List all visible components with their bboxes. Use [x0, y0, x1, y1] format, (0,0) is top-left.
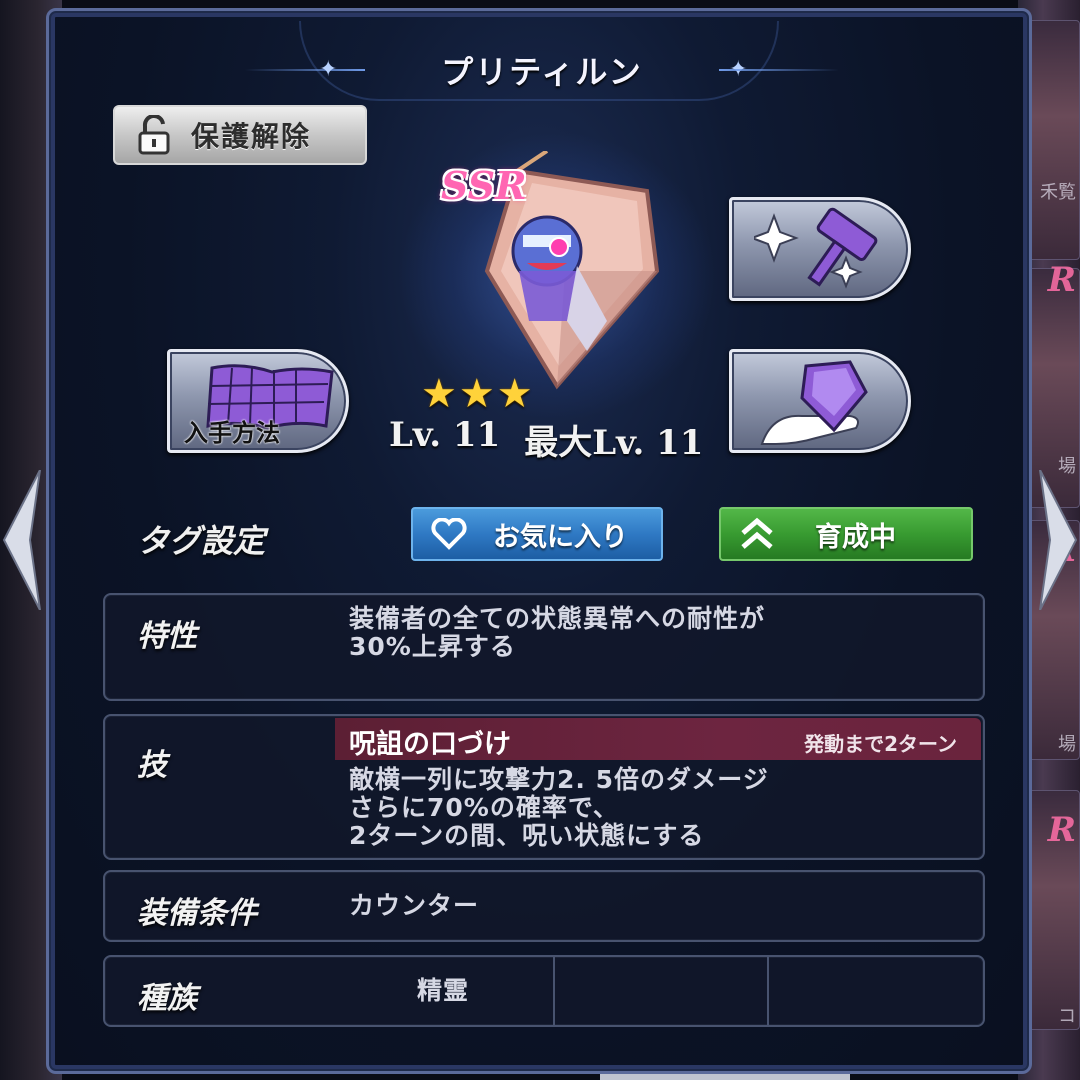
trait-description: 装備者の全ての状態異常への耐性が 30%上昇する — [349, 605, 765, 661]
skill-line: 敵横一列に攻撃力2. 5倍のダメージ — [349, 765, 769, 794]
skill-line: さらに70%の確率で、 — [349, 793, 619, 822]
gem-hand-icon — [760, 360, 868, 445]
title-bar: ✦ プリティルン ✦ — [49, 47, 1035, 93]
star-icon: ★ — [458, 371, 495, 417]
equip-condition-label: 装備条件 — [137, 896, 257, 931]
race-section: 種族 精霊 — [103, 955, 985, 1027]
star-icon: ★ — [421, 371, 457, 417]
skill-line: 2ターンの間、呪い状態にする — [349, 821, 705, 850]
race-value: 精霊 — [417, 976, 470, 1005]
trait-label: 特性 — [137, 619, 197, 654]
gem-button[interactable] — [729, 349, 911, 453]
unprotect-label: 保護解除 — [191, 120, 312, 153]
unlock-icon — [138, 115, 170, 155]
trait-line: 装備者の全ての状態異常への耐性が — [349, 604, 766, 633]
side-text: 場 — [1058, 734, 1076, 755]
heart-icon — [431, 518, 467, 550]
forge-hammer-icon — [754, 207, 878, 289]
equip-condition-value: カウンター — [349, 891, 480, 920]
trait-section: 特性 装備者の全ての状態異常への耐性が 30%上昇する — [103, 593, 985, 701]
skill-description: 敵横一列に攻撃力2. 5倍のダメージ さらに70%の確率で、 2ターンの間、呪い… — [349, 766, 769, 850]
tag-settings-label: タグ設定 — [137, 522, 266, 560]
side-text: コ — [1058, 1006, 1076, 1027]
equip-condition-section: 装備条件 カウンター — [103, 870, 985, 942]
star-rating: ★ ★ ★ — [421, 371, 533, 417]
max-level: 最大Lv. 11 — [524, 423, 704, 463]
rarity-badge: SSR — [441, 163, 527, 208]
side-text: 禾覧 — [1040, 182, 1076, 203]
unprotect-button[interactable]: 保護解除 — [113, 105, 367, 165]
favorite-tag-label: お気に入り — [493, 521, 628, 553]
chevron-right-icon — [1039, 470, 1078, 610]
trait-line: 30%上昇する — [349, 632, 516, 661]
skill-label: 技 — [137, 748, 167, 783]
training-tag-label: 育成中 — [815, 521, 896, 553]
skill-header: 呪詛の口づけ 発動まで2ターン — [335, 718, 981, 760]
cell-divider — [767, 957, 769, 1025]
skill-activation-turns: 発動まで2ターン — [804, 732, 957, 756]
previous-arrow-button[interactable] — [0, 470, 44, 610]
title-divider-right — [719, 69, 839, 71]
double-chevron-up-icon — [741, 517, 773, 549]
forge-button[interactable] — [729, 197, 911, 301]
side-rarity-letter: R — [1047, 260, 1076, 300]
level-info: Lv. 11 最大Lv. 11 — [389, 415, 703, 464]
race-label: 種族 — [137, 981, 197, 1016]
training-tag-button[interactable]: 育成中 — [719, 507, 973, 561]
bottom-indicator — [600, 1074, 850, 1080]
favorite-tag-button[interactable]: お気に入り — [411, 507, 663, 561]
current-level: Lv. 11 — [389, 415, 501, 455]
cell-divider — [553, 957, 555, 1025]
acquisition-method-button[interactable]: 入手方法 — [167, 349, 349, 453]
skill-name: 呪詛の口づけ — [349, 729, 511, 760]
page-title: プリティルン — [441, 53, 643, 91]
item-detail-panel: ✦ プリティルン ✦ 保護解除 SSR ★ ★ ★ Lv. 11 最大Lv. 1… — [46, 8, 1032, 1074]
acquisition-method-label: 入手方法 — [184, 419, 280, 447]
side-rarity-letter: R — [1047, 810, 1076, 850]
chevron-left-icon — [2, 470, 41, 610]
skill-section: 技 呪詛の口づけ 発動まで2ターン 敵横一列に攻撃力2. 5倍のダメージ さらに… — [103, 714, 985, 860]
next-arrow-button[interactable] — [1036, 470, 1080, 610]
star-icon: ★ — [496, 371, 533, 417]
